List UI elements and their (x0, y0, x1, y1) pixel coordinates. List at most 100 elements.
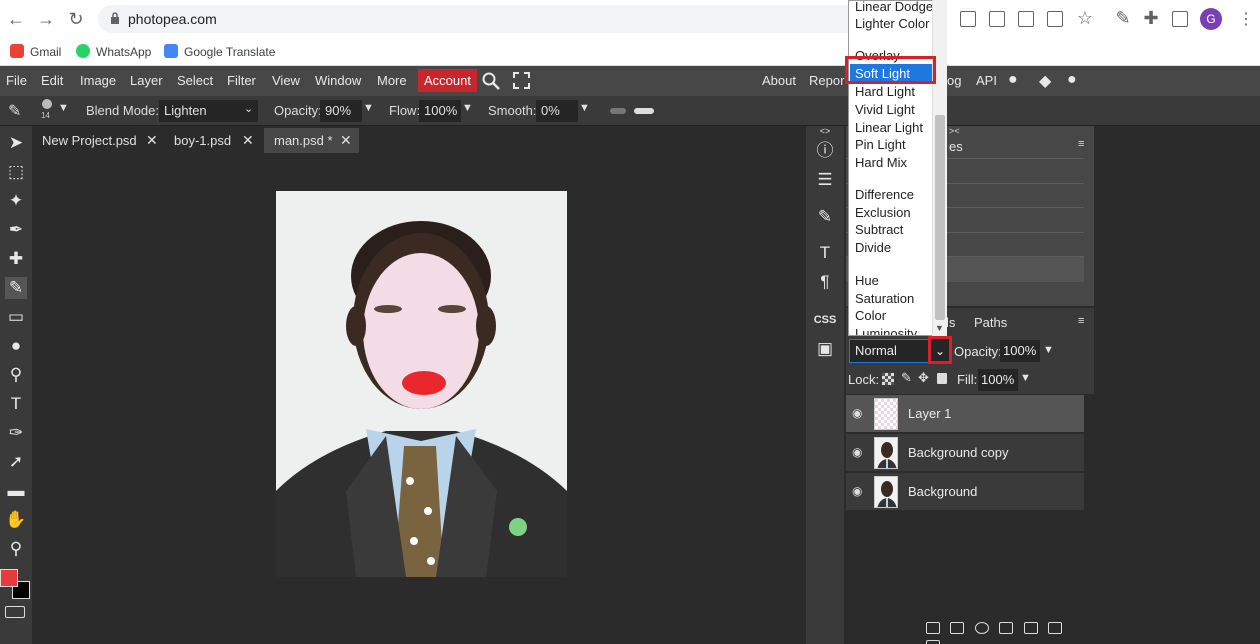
blur-icon[interactable]: ● (5, 335, 27, 357)
twitter-icon[interactable]: ◆ (1039, 71, 1051, 91)
healing-brush-icon[interactable]: ✚ (5, 248, 27, 270)
mask-icon[interactable] (999, 622, 1014, 634)
option-color[interactable]: Color (855, 308, 886, 323)
option-lighter-color[interactable]: Lighter Color (855, 16, 929, 31)
fill-dropdown-icon[interactable]: ▼ (1020, 372, 1031, 384)
zoom-tool-icon[interactable]: ⚲ (5, 538, 27, 560)
menu-image[interactable]: Image (80, 73, 116, 88)
bookmark-whatsapp[interactable]: WhatsApp (76, 43, 151, 61)
menu-edit[interactable]: Edit (41, 73, 63, 88)
eye-icon[interactable]: ◉ (852, 445, 866, 459)
adjustment-layer-icon[interactable] (974, 622, 989, 634)
opacity-input[interactable]: 90% (320, 100, 362, 122)
option-linear-dodge[interactable]: Linear Dodge (855, 1, 933, 14)
search-icon[interactable] (482, 72, 500, 90)
star-icon[interactable]: ☆ (1075, 8, 1095, 28)
screenshot-icon[interactable] (960, 11, 976, 27)
hand-tool-icon[interactable]: ✋ (5, 509, 27, 531)
smooth-dropdown-icon[interactable]: ▼ (579, 102, 590, 114)
lock-move-icon[interactable]: ✥ (918, 370, 929, 386)
option-hard-light[interactable]: Hard Light (855, 84, 915, 99)
flow-input[interactable]: 100% (419, 100, 461, 122)
sidebar-icon[interactable] (1172, 11, 1188, 27)
option-pin-light[interactable]: Pin Light (855, 137, 906, 152)
address-bar[interactable]: photopea.com (98, 5, 940, 33)
css-icon[interactable]: CSS (811, 307, 839, 333)
lock-transparency-icon[interactable] (882, 373, 894, 385)
menu-file[interactable]: File (6, 73, 27, 88)
panel-tab-fragment[interactable]: es (949, 139, 963, 154)
tab-new-project[interactable]: New Project.psd (32, 128, 164, 153)
option-saturation[interactable]: Saturation (855, 291, 914, 306)
effects-icon[interactable] (950, 622, 965, 634)
opacity-dropdown-icon[interactable]: ▼ (363, 102, 374, 114)
reddit-icon[interactable]: ● (1008, 71, 1018, 89)
tab-paths[interactable]: Paths (974, 315, 1007, 330)
option-linear-light[interactable]: Linear Light (855, 120, 923, 135)
menu-select[interactable]: Select (177, 73, 213, 88)
brush-tool-icon[interactable]: ✎ (8, 101, 21, 121)
eyedropper-icon[interactable]: ✒ (5, 219, 27, 241)
foreground-color-swatch[interactable] (0, 569, 18, 587)
smooth-input[interactable]: 0% (536, 100, 578, 122)
close-icon[interactable]: ✕ (340, 132, 352, 149)
menu-about[interactable]: About (762, 73, 796, 88)
option-subtract[interactable]: Subtract (855, 222, 903, 237)
opacity-dropdown-icon[interactable]: ▼ (1043, 344, 1054, 356)
fill-input[interactable]: 100% (978, 369, 1018, 391)
move-tool-icon[interactable]: ➤ (5, 132, 27, 154)
panel-menu-icon[interactable]: ≡ (1078, 315, 1084, 327)
option-luminosity[interactable]: Luminosity (855, 326, 917, 335)
bookmark-google-translate[interactable]: Google Translate (164, 43, 275, 61)
menu-view[interactable]: View (272, 73, 300, 88)
menu-more[interactable]: More (377, 73, 407, 88)
layer-row-layer-1[interactable]: ◉ Layer 1 (846, 395, 1084, 433)
lock-paint-icon[interactable]: ✎ (901, 370, 912, 386)
panel-menu-icon[interactable]: ≡ (1078, 138, 1084, 150)
brush-dropdown-icon[interactable]: ▼ (58, 102, 69, 114)
tab-layers[interactable]: ls (946, 315, 955, 330)
pressure-opacity-toggle[interactable] (610, 108, 626, 114)
option-divide[interactable]: Divide (855, 240, 891, 255)
extensions-icon[interactable]: ✚ (1141, 8, 1161, 28)
layer-opacity-input[interactable]: 100% (1000, 340, 1040, 362)
page-icon[interactable] (1018, 11, 1034, 27)
pen-tool-icon[interactable]: ✑ (5, 422, 27, 444)
option-vivid-light[interactable]: Vivid Light (855, 102, 915, 117)
brush-settings-icon[interactable]: ✎ (811, 204, 839, 230)
path-select-icon[interactable]: ➚ (5, 451, 27, 473)
layer-row-background-copy[interactable]: ◉ Background copy (846, 434, 1084, 472)
adjustments-icon[interactable]: ☰ (811, 167, 839, 193)
brush-icon[interactable]: ✎ (5, 277, 27, 299)
facebook-icon[interactable]: ● (1067, 71, 1077, 89)
profile-avatar[interactable]: G (1200, 8, 1222, 30)
brush-preview-icon[interactable] (42, 99, 52, 109)
bookmark-gmail[interactable]: Gmail (10, 43, 61, 61)
shape-tool-icon[interactable]: ▬ (5, 480, 27, 502)
layer-row-background[interactable]: ◉ Background (846, 473, 1084, 511)
gradient-icon[interactable]: ▭ (5, 306, 27, 328)
magic-wand-icon[interactable]: ✦ (5, 190, 27, 212)
folder-icon[interactable] (1023, 622, 1038, 634)
browser-menu-icon[interactable]: ⋮ (1238, 9, 1254, 29)
dropdown-scroll-thumb[interactable] (935, 115, 945, 320)
fullscreen-icon[interactable] (513, 72, 530, 89)
image-icon[interactable]: ▣ (811, 336, 839, 362)
menu-window[interactable]: Window (315, 73, 361, 88)
lock-all-icon[interactable] (937, 373, 947, 384)
download-icon[interactable] (989, 11, 1005, 27)
link-icon[interactable] (926, 622, 940, 634)
forward-icon[interactable]: → (36, 9, 56, 29)
back-icon[interactable]: ← (6, 9, 26, 29)
close-icon[interactable]: ✕ (242, 132, 254, 149)
new-layer-icon[interactable] (1048, 622, 1063, 634)
scroll-down-icon[interactable]: ▼ (935, 323, 944, 333)
option-exclusion[interactable]: Exclusion (855, 205, 911, 220)
option-difference[interactable]: Difference (855, 187, 914, 202)
eye-icon[interactable]: ◉ (852, 406, 866, 420)
dodge-icon[interactable]: ⚲ (5, 364, 27, 386)
menu-layer[interactable]: Layer (130, 73, 163, 88)
pressure-size-toggle[interactable] (634, 108, 654, 114)
paragraph-icon[interactable]: ¶ (811, 269, 839, 295)
close-icon[interactable]: ✕ (146, 132, 158, 149)
